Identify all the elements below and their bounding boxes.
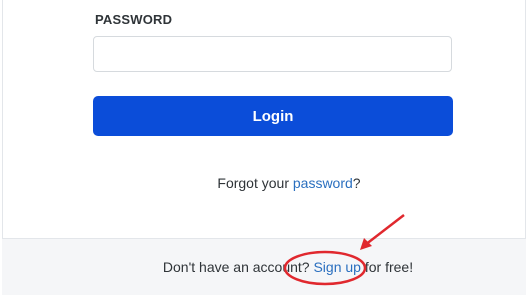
forgot-password-link[interactable]: password bbox=[293, 175, 353, 191]
signup-suffix: for free! bbox=[360, 259, 414, 275]
signup-link[interactable]: Sign up bbox=[313, 259, 360, 275]
password-label: PASSWORD bbox=[95, 12, 173, 27]
forgot-password-text: Forgot your password? bbox=[24, 175, 530, 191]
forgot-prefix: Forgot your bbox=[217, 175, 293, 191]
password-input[interactable] bbox=[93, 36, 452, 72]
login-button[interactable]: Login bbox=[93, 96, 453, 136]
signup-text: Don't have an account? Sign up for free! bbox=[23, 259, 530, 275]
forgot-suffix: ? bbox=[352, 175, 361, 191]
login-form-panel: PASSWORD Login Forgot your password? Don… bbox=[0, 0, 530, 295]
signup-prefix: Don't have an account? bbox=[162, 259, 314, 275]
